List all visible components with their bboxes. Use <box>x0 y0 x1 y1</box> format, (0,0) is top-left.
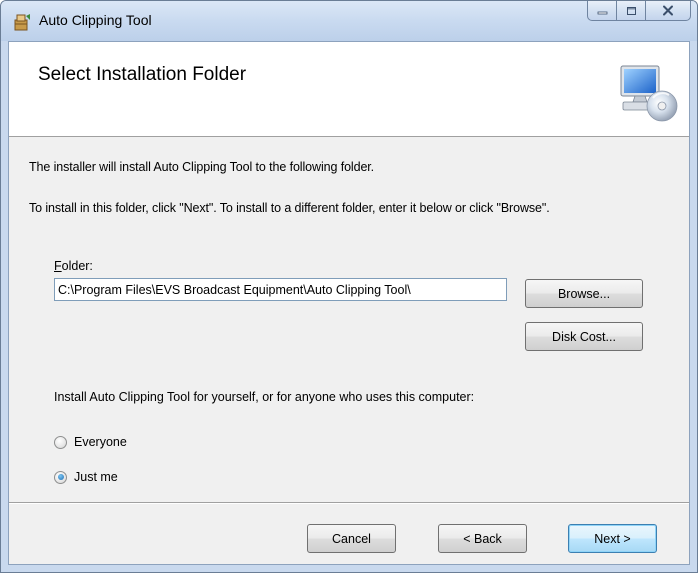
minimize-icon <box>597 11 607 14</box>
caption-buttons <box>587 1 691 21</box>
title-bar[interactable]: Auto Clipping Tool <box>1 1 697 41</box>
dialog-client-area: Select Installation Folder The installer… <box>8 41 690 565</box>
folder-label-accelerator: F <box>54 259 62 273</box>
instructions-text: To install in this folder, click "Next".… <box>29 201 550 215</box>
maximize-icon <box>626 6 636 15</box>
header-banner: Select Installation Folder <box>9 42 689 137</box>
footer-divider <box>9 502 689 504</box>
folder-label-text: older: <box>61 259 93 273</box>
everyone-radio-option[interactable]: Everyone <box>54 435 127 449</box>
just-me-radio-label: Just me <box>74 470 118 484</box>
installer-window: Auto Clipping Tool Select Installation F… <box>0 0 698 573</box>
folder-label: Folder: <box>54 259 93 273</box>
disk-cost-button[interactable]: Disk Cost... <box>525 322 643 351</box>
close-icon <box>663 5 673 16</box>
browse-button[interactable]: Browse... <box>525 279 643 308</box>
next-button[interactable]: Next > <box>568 524 657 553</box>
just-me-radio-button[interactable] <box>54 470 67 484</box>
page-title: Select Installation Folder <box>38 64 247 85</box>
folder-path-input[interactable] <box>54 278 507 301</box>
install-scope-question: Install Auto Clipping Tool for yourself,… <box>54 390 475 404</box>
window-title: Auto Clipping Tool <box>39 12 152 28</box>
computer-disc-icon <box>620 65 678 122</box>
everyone-radio-button[interactable] <box>54 435 67 449</box>
installer-icon <box>14 14 30 31</box>
back-button[interactable]: < Back <box>438 524 527 553</box>
just-me-radio-option[interactable]: Just me <box>54 470 118 484</box>
intro-text: The installer will install Auto Clipping… <box>29 160 375 174</box>
minimize-button[interactable] <box>587 1 616 21</box>
maximize-button[interactable] <box>616 1 645 21</box>
close-button[interactable] <box>645 1 691 21</box>
cancel-button[interactable]: Cancel <box>307 524 396 553</box>
everyone-radio-label: Everyone <box>74 435 127 449</box>
